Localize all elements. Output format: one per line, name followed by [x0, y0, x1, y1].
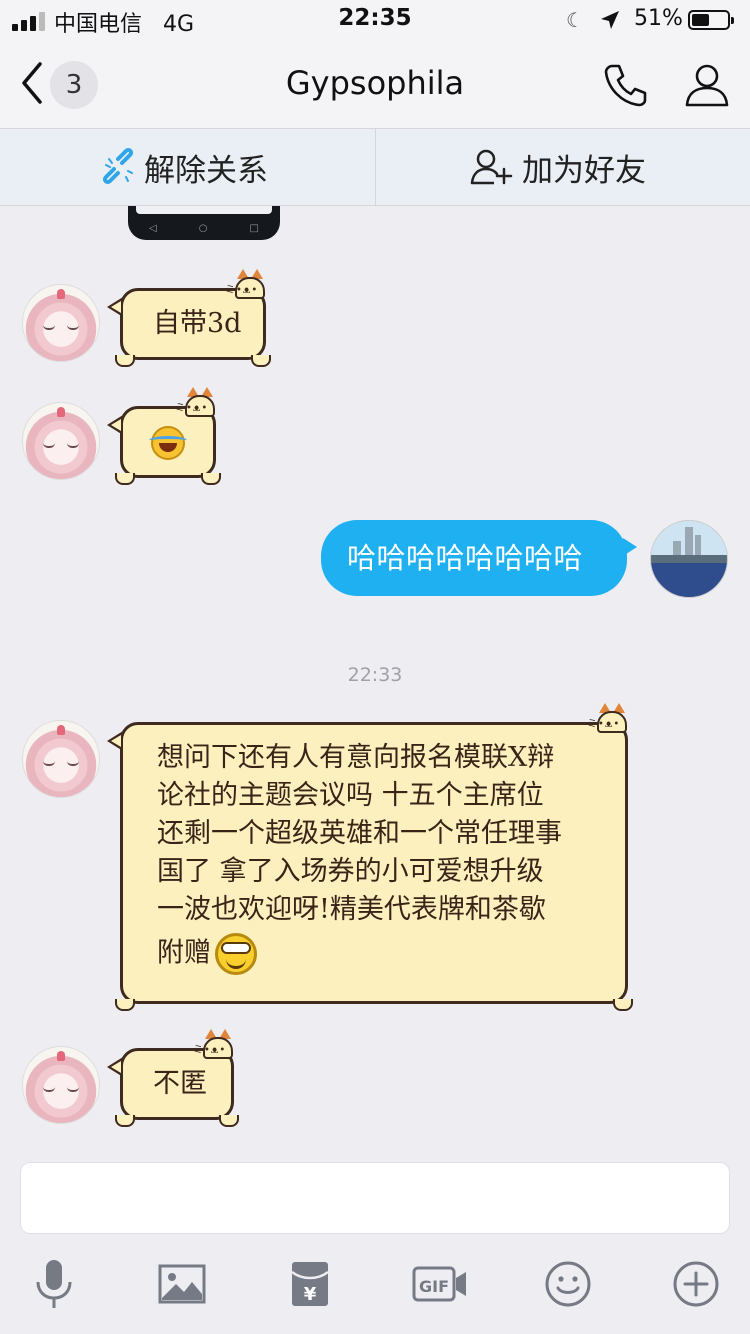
message-text: 自带3d [153, 308, 242, 339]
plus-icon [673, 1261, 719, 1307]
message-line: 一波也欢迎呀!精美代表牌和茶歇 [157, 894, 546, 925]
red-packet-button[interactable]: ¥ [282, 1256, 338, 1312]
message-bubble[interactable]: ミ•ᴥ• 不匿 [107, 1029, 239, 1127]
message-line: 还剩一个超级英雄和一个常任理事 [157, 818, 562, 849]
sent-message-bubble[interactable]: 哈哈哈哈哈哈哈哈 [321, 520, 637, 596]
location-arrow-icon [601, 11, 619, 29]
message-line: 国了 拿了入场券的小可爱想升级 [157, 856, 544, 887]
contact-avatar[interactable] [22, 284, 100, 362]
message-bubble[interactable]: ミ•ᴥ• 想问下还有人有意向报名模联X辩 论社的主题会议吗 十五个主席位 还剩一… [107, 703, 633, 1011]
svg-text:¥: ¥ [304, 1284, 317, 1305]
voice-button[interactable] [26, 1256, 82, 1312]
photo-button[interactable] [154, 1256, 210, 1312]
add-friend-label: 加为好友 [522, 152, 646, 189]
message-line: 想问下还有人有意向报名模联X辩 [157, 742, 555, 773]
profile-icon[interactable] [682, 60, 732, 110]
gif-button[interactable]: GIF [410, 1256, 470, 1312]
contact-avatar[interactable] [22, 1046, 100, 1124]
unbind-label: 解除关系 [144, 152, 268, 189]
contact-avatar[interactable] [22, 720, 100, 798]
more-button[interactable] [668, 1256, 724, 1312]
relation-divider [375, 129, 376, 205]
contact-avatar[interactable] [22, 402, 100, 480]
my-avatar[interactable] [650, 520, 728, 598]
add-user-icon [470, 149, 513, 185]
broken-link-icon [102, 147, 134, 185]
message-text: 想问下还有人有意向报名模联X辩 论社的主题会议吗 十五个主席位 还剩一个超级英雄… [157, 739, 617, 975]
message-list[interactable]: ◁○□ ミ•ᴥ• 自带3d ミ•ᴥ• 哈哈哈哈哈哈哈哈 22:33 ミ•ᴥ• [0, 206, 750, 1156]
status-bar: 中国电信 4G 22:35 ☾ 51% [0, 0, 750, 40]
message-text: 不匿 [153, 1068, 207, 1099]
message-line: 附赠 [157, 937, 211, 969]
input-panel: ¥ GIF [0, 1156, 750, 1334]
emoji-button[interactable] [540, 1256, 596, 1312]
relation-bar: 解除关系 加为好友 [0, 129, 750, 206]
message-bubble[interactable]: ミ•ᴥ• 自带3d [107, 269, 271, 367]
emoji-icon [545, 1261, 591, 1307]
message-bubble[interactable]: ミ•ᴥ• [107, 387, 221, 485]
red-packet-icon: ¥ [291, 1262, 329, 1306]
message-timestamp: 22:33 [347, 664, 403, 686]
battery-icon [688, 10, 734, 30]
moon-icon: ☾ [566, 8, 584, 32]
laughing-tears-emoji-icon [149, 426, 187, 460]
grinning-emoji-icon [215, 933, 257, 975]
svg-text:GIF: GIF [419, 1277, 449, 1296]
add-friend-button[interactable]: 加为好友 [470, 129, 646, 205]
shared-image-thumbnail[interactable]: ◁ ○ □ [128, 206, 280, 240]
battery-percent: 51% [634, 6, 683, 31]
chat-header: 3 Gypsophila [0, 40, 750, 129]
phone-icon[interactable] [600, 60, 650, 110]
unbind-relation-button[interactable]: 解除关系 [100, 129, 268, 205]
message-line: 论社的主题会议吗 十五个主席位 [157, 780, 544, 811]
gif-icon: GIF [412, 1266, 466, 1302]
microphone-icon [36, 1260, 72, 1308]
message-input[interactable] [20, 1162, 730, 1234]
image-icon [158, 1264, 206, 1304]
message-text: 哈哈哈哈哈哈哈哈 [347, 541, 584, 575]
